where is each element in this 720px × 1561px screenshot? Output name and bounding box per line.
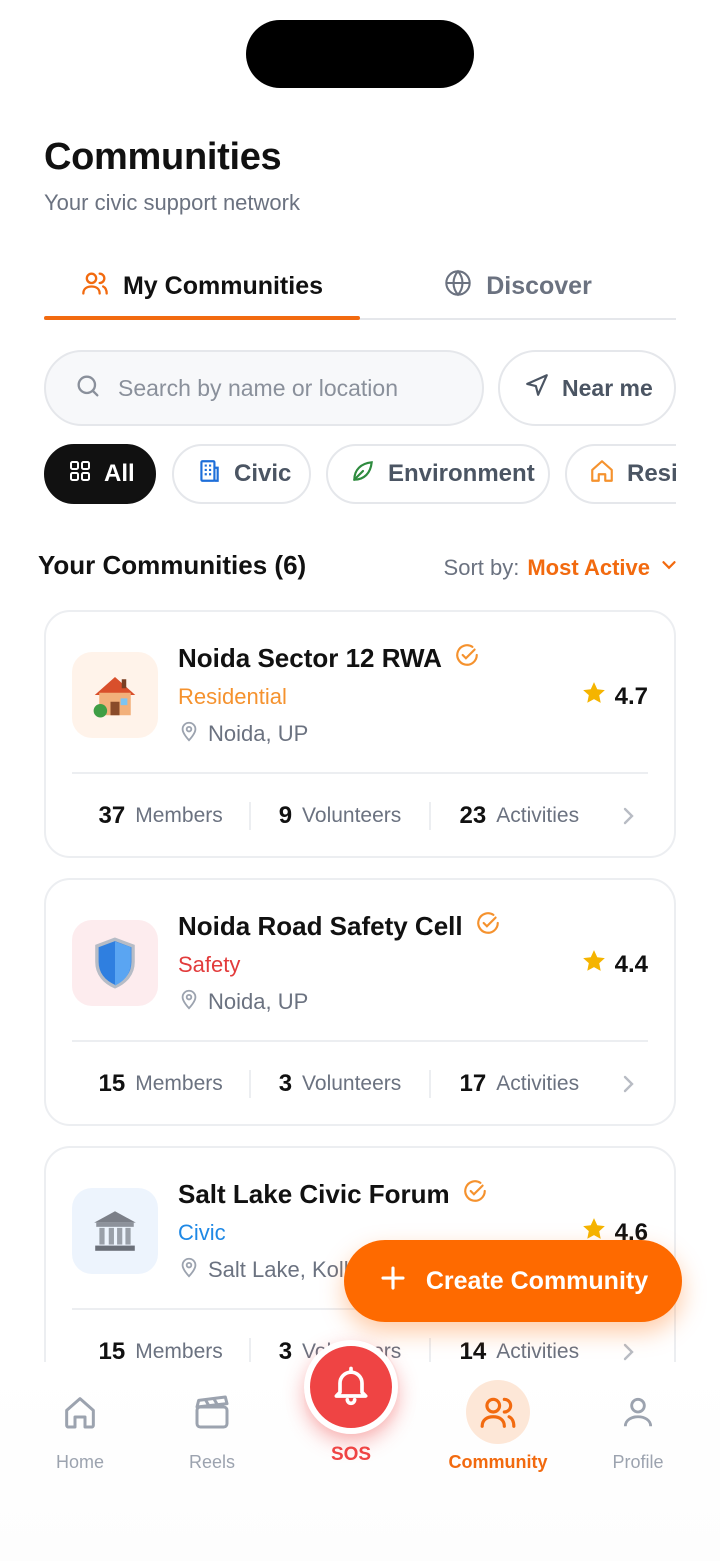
clapperboard-icon: [180, 1380, 244, 1444]
search-icon: [74, 372, 102, 405]
volunteers-stat: 3Volunteers: [249, 1070, 428, 1098]
chip-label: Residential: [627, 460, 676, 487]
globe-icon: [444, 269, 472, 304]
filter-chip-civic[interactable]: Civic: [172, 444, 311, 504]
chip-label: Civic: [234, 460, 292, 487]
nav-label: Reels: [188, 1452, 236, 1472]
users-icon: [81, 269, 109, 304]
verified-icon: [475, 910, 501, 943]
verified-icon: [454, 642, 480, 675]
nav-label: Community: [448, 1452, 548, 1472]
tab-label: Discover: [486, 271, 592, 300]
search-placeholder: Search by name or location: [118, 374, 398, 401]
nav-label: Home: [55, 1452, 104, 1472]
house-icon: [72, 652, 158, 738]
community-stats: 15 Members 3 Volunteers 17 Activities: [72, 1042, 648, 1126]
chip-label: Environment: [388, 460, 535, 487]
near-me-button[interactable]: Near me: [498, 350, 676, 426]
chevron-right-icon[interactable]: [608, 1072, 648, 1096]
plus-icon: [378, 1263, 408, 1300]
filter-chip-residential[interactable]: Residential: [565, 444, 676, 504]
community-stats: 37 Members 9 Volunteers 23 Activities: [72, 774, 648, 858]
bell-icon: [329, 1363, 373, 1412]
tab-discover[interactable]: Discover: [360, 252, 676, 320]
activities-stat: 17 Activities: [428, 1070, 608, 1098]
community-category: Residential: [178, 684, 287, 709]
community-name: Noida Road Safety Cell: [178, 910, 501, 943]
home-icon: [48, 1380, 112, 1444]
leaf-icon: [350, 458, 376, 491]
community-card[interactable]: Noida Road Safety Cell Safety Noida, UP …: [44, 878, 676, 1126]
search-input[interactable]: Search by name or location: [44, 350, 484, 426]
activities-stat: 23 Activities: [428, 802, 608, 830]
building-icon: [196, 458, 222, 491]
community-name: Noida Sector 12 RWA: [178, 642, 480, 675]
nav-item-home[interactable]: Home: [20, 1380, 140, 1473]
chevron-right-icon[interactable]: [608, 804, 648, 828]
volunteers-stat: 9 Volunteers: [249, 802, 428, 830]
chevron-right-icon[interactable]: [608, 1340, 648, 1364]
verified-icon: [462, 1178, 488, 1211]
community-tabs: My Communities Discover: [44, 252, 676, 320]
community-rating: 4.4: [581, 948, 648, 981]
sort-value: Most Active: [527, 555, 650, 580]
star-icon: [581, 948, 607, 981]
map-pin-icon: [178, 720, 200, 748]
category-filter-chips: All Civic Environment Residential: [44, 444, 676, 506]
nav-item-community[interactable]: Community: [438, 1380, 558, 1473]
nav-item-profile[interactable]: Profile: [578, 1380, 698, 1473]
home-icon: [589, 458, 615, 491]
tab-my-communities[interactable]: My Communities: [44, 252, 360, 320]
page-title: Communities: [44, 136, 282, 178]
navigation-arrow-icon: [524, 372, 550, 404]
community-name: Salt Lake Civic Forum: [178, 1178, 488, 1211]
map-pin-icon: [178, 988, 200, 1016]
near-me-label: Near me: [562, 374, 653, 401]
shield-icon: [72, 920, 158, 1006]
chevron-down-icon: [658, 554, 680, 582]
map-pin-icon: [178, 1256, 200, 1284]
chip-label: All: [104, 460, 135, 487]
grid-icon: [68, 459, 92, 490]
community-rating: 4.7: [581, 680, 648, 713]
star-icon: [581, 680, 607, 713]
create-community-button[interactable]: Create Community: [344, 1240, 682, 1322]
sos-button[interactable]: [304, 1340, 398, 1434]
filter-chip-all[interactable]: All: [44, 444, 156, 504]
section-title: Your Communities (6): [38, 550, 307, 580]
create-community-label: Create Community: [425, 1266, 649, 1295]
nav-label: Profile: [612, 1452, 664, 1472]
community-category: Civic: [178, 1220, 226, 1245]
users-icon: [466, 1380, 530, 1444]
members-stat: 15 Members: [98, 1070, 223, 1097]
community-location: Noida, UP: [178, 720, 308, 748]
government-building-icon: [72, 1188, 158, 1274]
page-subtitle: Your civic support network: [44, 190, 300, 215]
sos-label: SOS: [330, 1444, 372, 1465]
community-location: Noida, UP: [178, 988, 308, 1016]
user-icon: [606, 1380, 670, 1444]
sort-dropdown[interactable]: Sort by: Most Active: [444, 554, 680, 582]
community-category: Safety: [178, 952, 241, 977]
community-card[interactable]: Noida Sector 12 RWA Residential Noida, U…: [44, 610, 676, 858]
camera-notch: [246, 20, 474, 88]
filter-chip-environment[interactable]: Environment: [326, 444, 550, 504]
tab-label: My Communities: [122, 271, 324, 300]
members-stat: 37 Members: [98, 802, 223, 829]
nav-item-reels[interactable]: Reels: [152, 1380, 272, 1473]
sort-label: Sort by:: [443, 555, 520, 580]
active-tab-indicator: [44, 316, 360, 320]
